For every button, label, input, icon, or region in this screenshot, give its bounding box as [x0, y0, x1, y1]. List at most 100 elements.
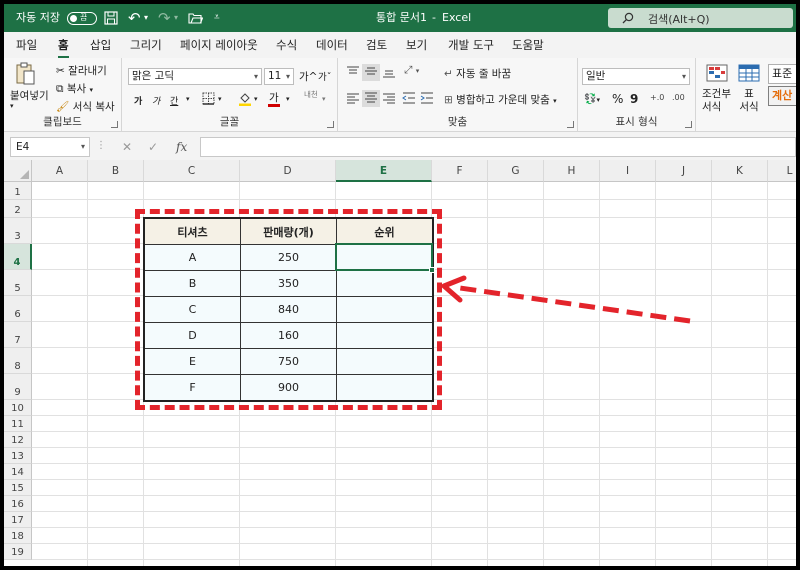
cancel-icon[interactable]: ✕ [122, 137, 132, 157]
decrease-decimal-button[interactable]: .00 [672, 93, 685, 102]
accounting-format-button[interactable]: 💱▾ [584, 94, 600, 105]
row-header-11[interactable]: 11 [4, 416, 32, 432]
wrap-text-button[interactable]: ↵ 자동 줄 바꿈 [444, 66, 511, 81]
column-header-c[interactable]: C [144, 160, 240, 182]
column-header-a[interactable]: A [32, 160, 88, 182]
paste-button[interactable] [14, 62, 36, 89]
search-box[interactable]: 검색(Alt+Q) [608, 8, 793, 28]
align-middle-button[interactable] [362, 64, 380, 81]
format-painter-button[interactable]: 🖌 서식 복사 [56, 99, 115, 114]
cut-button[interactable]: ✂ 잘라내기 [56, 63, 107, 78]
italic-button[interactable]: 가 [152, 94, 160, 107]
row-header-4[interactable]: 4 [4, 244, 32, 270]
row-header-12[interactable]: 12 [4, 432, 32, 448]
redo-icon[interactable]: ↷ [158, 4, 171, 32]
row-header-13[interactable]: 13 [4, 448, 32, 464]
tab-home[interactable]: 홈 [58, 37, 69, 58]
autosave-toggle[interactable]: 끔 [67, 12, 97, 25]
column-header-k[interactable]: K [712, 160, 768, 182]
shrink-font-button[interactable]: 가ˇ [318, 69, 332, 83]
fill-color-dropdown-icon[interactable]: ▾ [254, 95, 258, 103]
conditional-formatting-label[interactable]: 조건부 서식 [702, 88, 732, 114]
enter-icon[interactable]: ✓ [148, 137, 158, 157]
style-normal[interactable]: 표준 [768, 64, 796, 84]
font-launcher-icon[interactable] [327, 121, 334, 128]
align-right-button[interactable] [382, 92, 396, 107]
number-launcher-icon[interactable] [685, 121, 692, 128]
percent-button[interactable]: % [612, 92, 623, 106]
row-header-16[interactable]: 16 [4, 496, 32, 512]
clipboard-launcher-icon[interactable] [111, 121, 118, 128]
formula-input[interactable] [200, 137, 796, 157]
column-header-g[interactable]: G [488, 160, 544, 182]
merge-center-button[interactable]: ⊞ 병합하고 가운데 맞춤 ▾ [444, 92, 557, 107]
column-header-d[interactable]: D [240, 160, 336, 182]
copy-button[interactable]: ⧉ 복사 ▾ [56, 81, 93, 96]
font-size-combo[interactable]: 11 ▾ [264, 68, 294, 85]
row-header-18[interactable]: 18 [4, 528, 32, 544]
font-color-button[interactable]: 가 [268, 92, 280, 107]
format-as-table-label[interactable]: 표 서식 [738, 88, 760, 114]
row-header-5[interactable]: 5 [4, 270, 32, 296]
comma-button[interactable]: 9 [630, 92, 638, 106]
tab-developer[interactable]: 개발 도구 [448, 37, 494, 53]
column-header-j[interactable]: J [656, 160, 712, 182]
row-header-2[interactable]: 2 [4, 200, 32, 218]
row-header-19[interactable]: 19 [4, 544, 32, 560]
tab-data[interactable]: 데이터 [316, 37, 348, 53]
underline-button[interactable]: 간 [170, 94, 178, 107]
customize-qat-icon[interactable]: ⩡ [214, 4, 220, 32]
row-header-9[interactable]: 9 [4, 374, 32, 400]
alignment-launcher-icon[interactable] [567, 121, 574, 128]
select-all-corner[interactable] [4, 160, 32, 182]
name-box[interactable]: E4 ▾ [10, 137, 90, 157]
align-top-button[interactable] [346, 66, 360, 81]
column-header-i[interactable]: I [600, 160, 656, 182]
tab-help[interactable]: 도움말 [512, 37, 544, 53]
tab-file[interactable]: 파일 [16, 37, 37, 53]
underline-dropdown-icon[interactable]: ▾ [186, 95, 190, 103]
undo-dropdown-icon[interactable]: ▾ [144, 4, 148, 32]
row-header-17[interactable]: 17 [4, 512, 32, 528]
borders-dropdown-icon[interactable]: ▾ [218, 95, 222, 103]
row-header-6[interactable]: 6 [4, 296, 32, 322]
row-header-15[interactable]: 15 [4, 480, 32, 496]
align-center-button[interactable] [362, 90, 380, 107]
row-header-3[interactable]: 3 [4, 218, 32, 244]
open-folder-icon[interactable] [188, 4, 204, 32]
insert-function-icon[interactable]: fx [176, 137, 187, 157]
paste-label[interactable]: 붙여넣기 [10, 88, 49, 103]
align-left-button[interactable] [346, 92, 360, 107]
tab-page-layout[interactable]: 페이지 레이아웃 [180, 37, 258, 53]
font-color-dropdown-icon[interactable]: ▾ [286, 95, 290, 103]
worksheet-grid[interactable]: ABCDEFGHIJKL 1 2 3 4 5 6 7 8 9 10 11 12 13 14 15 16 17 18… [4, 160, 796, 566]
tab-draw[interactable]: 그리기 [130, 37, 162, 53]
borders-button[interactable] [202, 92, 215, 108]
paste-dropdown-icon[interactable]: ▾ [10, 102, 14, 110]
fill-color-button[interactable] [238, 92, 252, 109]
align-bottom-button[interactable] [382, 66, 396, 81]
column-header-f[interactable]: F [432, 160, 488, 182]
row-header-10[interactable]: 10 [4, 400, 32, 416]
column-header-l[interactable]: L [768, 160, 796, 182]
font-name-combo[interactable]: 맑은 고딕 ▾ [128, 68, 262, 85]
grow-font-button[interactable]: 가^ [299, 69, 317, 84]
tab-view[interactable]: 보기 [406, 37, 427, 53]
format-as-table-button[interactable] [738, 64, 760, 85]
undo-icon[interactable]: ↶ [128, 4, 141, 32]
row-header-7[interactable]: 7 [4, 322, 32, 348]
save-icon[interactable] [104, 4, 118, 32]
column-header-e[interactable]: E [336, 160, 432, 182]
bold-button[interactable]: 가 [134, 94, 142, 107]
column-header-h[interactable]: H [544, 160, 600, 182]
increase-indent-button[interactable] [420, 92, 434, 107]
orientation-button[interactable]: ⤢ ▾ [404, 64, 419, 77]
style-calculation[interactable]: 계산 [768, 86, 796, 106]
tab-formulas[interactable]: 수식 [276, 37, 297, 53]
number-format-combo[interactable]: 일반 ▾ [582, 68, 690, 85]
tab-insert[interactable]: 삽입 [90, 37, 111, 53]
row-header-8[interactable]: 8 [4, 348, 32, 374]
phonetic-dropdown-icon[interactable]: ▾ [322, 95, 326, 103]
conditional-formatting-button[interactable] [706, 64, 728, 85]
row-header-1[interactable]: 1 [4, 182, 32, 200]
